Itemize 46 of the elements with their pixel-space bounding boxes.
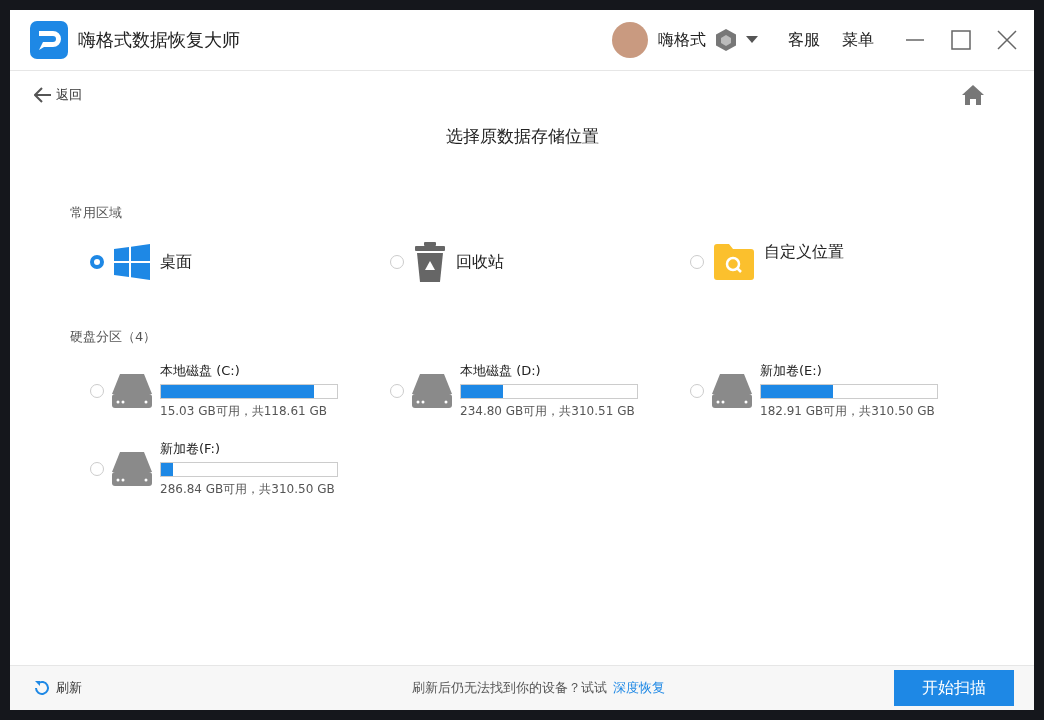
user-avatar[interactable]	[612, 22, 648, 58]
hard-drive-icon	[712, 374, 752, 408]
disk-name[interactable]: 本地磁盘 (D:)	[460, 362, 638, 380]
user-name[interactable]: 嗨格式	[658, 29, 706, 51]
folder-search-icon	[714, 244, 754, 280]
back-button[interactable]: 返回	[34, 86, 82, 104]
radio-button[interactable]	[690, 255, 704, 269]
arrow-left-icon	[34, 87, 52, 103]
hard-drive-icon	[412, 374, 452, 408]
window-title: 嗨格式数据恢复大师	[78, 28, 241, 52]
disk-name[interactable]: 新加卷(E:)	[760, 362, 938, 380]
location-label[interactable]: 桌面	[160, 251, 192, 273]
title-link[interactable]: 客服	[782, 29, 826, 51]
radio-button[interactable]	[90, 462, 104, 476]
disk-size: 182.91 GB可用，共310.50 GB	[760, 403, 936, 420]
disk-name[interactable]: 新加卷(F:)	[160, 440, 338, 458]
radio-button[interactable]	[390, 255, 404, 269]
start-scan-button[interactable]: 开始扫描	[894, 670, 1014, 706]
location-label[interactable]: 回收站	[456, 251, 504, 273]
trash-icon	[414, 242, 446, 282]
disk-size: 234.80 GB可用，共310.51 GB	[460, 403, 636, 420]
disk-name[interactable]: 本地磁盘 (C:)	[160, 362, 338, 380]
page-heading: 选择原数据存储位置	[444, 125, 600, 148]
disk-size: 286.84 GB可用，共310.50 GB	[160, 481, 336, 498]
radio-button[interactable]	[90, 255, 104, 269]
location-label[interactable]: 自定义位置	[764, 242, 844, 263]
title-link[interactable]: 菜单	[836, 29, 880, 51]
section-label: 硬盘分区（4）	[70, 328, 158, 346]
caret-icon[interactable]	[746, 36, 758, 44]
section-label: 常用区域	[70, 204, 123, 222]
disk-size: 15.03 GB可用，共118.61 GB	[160, 403, 329, 420]
hard-drive-icon	[112, 452, 152, 486]
app-logo-icon	[30, 21, 68, 59]
maximize-icon[interactable]	[950, 29, 972, 51]
radio-button[interactable]	[90, 384, 104, 398]
deep-recovery-link[interactable]: 深度恢复	[612, 680, 665, 695]
radio-button[interactable]	[390, 384, 404, 398]
badge-icon	[716, 29, 736, 51]
windows-icon	[114, 244, 150, 280]
hard-drive-icon	[112, 374, 152, 408]
radio-button[interactable]	[690, 384, 704, 398]
refresh-button[interactable]: 刷新	[34, 679, 82, 697]
refresh-icon	[34, 680, 50, 696]
close-icon[interactable]	[996, 29, 1018, 51]
hint-text: 刷新后仍无法找到你的设备？试试 深度恢复	[410, 679, 666, 697]
home-icon[interactable]	[962, 85, 984, 105]
